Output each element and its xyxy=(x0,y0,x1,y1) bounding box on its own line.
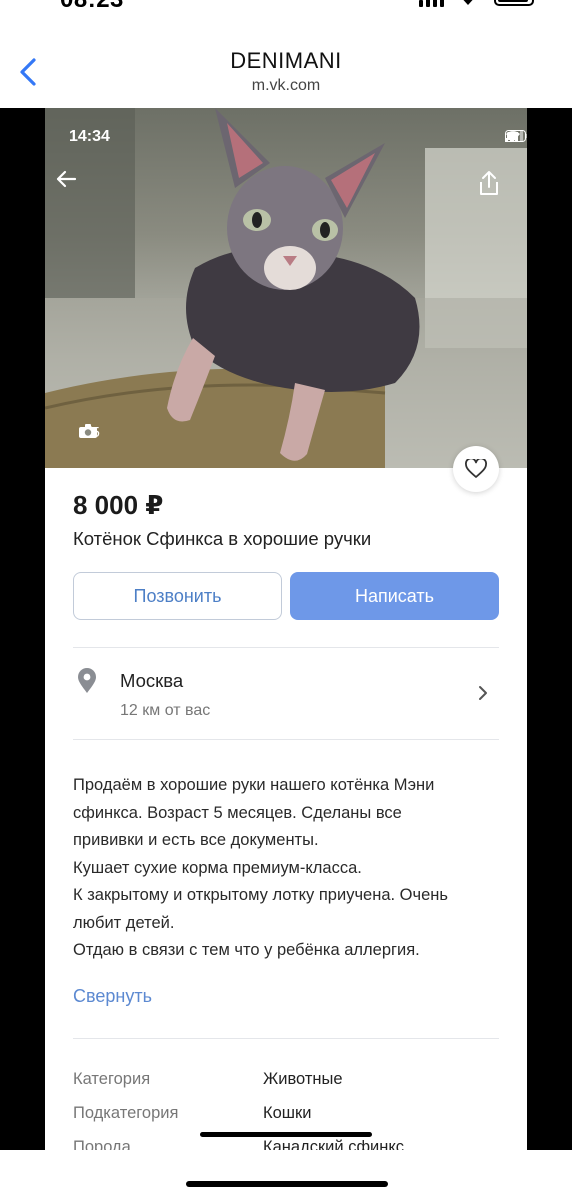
call-button[interactable]: Позвонить xyxy=(73,572,282,620)
description-line: К закрытому и открытому лотку приучена. … xyxy=(73,886,448,904)
screenshot-frame: 14:34 2/5 8 000 ₽ Котёнок Сфинк xyxy=(0,108,572,1150)
outer-status-bar: 08:23 xyxy=(0,0,572,16)
property-value: Кошки xyxy=(263,1104,312,1122)
share-icon[interactable] xyxy=(477,170,517,210)
wifi-icon xyxy=(456,0,480,11)
favorite-button[interactable] xyxy=(453,446,499,492)
sphynx-cat-illustration xyxy=(45,108,527,468)
listing-page: 14:34 2/5 8 000 ₽ Котёнок Сфинк xyxy=(45,108,527,1150)
write-button[interactable]: Написать xyxy=(290,572,499,620)
description-line: сфинкса. Возраст 5 месяцев. Сделаны все xyxy=(73,803,402,822)
chevron-right-icon[interactable] xyxy=(477,684,489,707)
property-key: Категория xyxy=(73,1070,151,1088)
divider xyxy=(73,739,499,740)
photo-counter: 2/5 xyxy=(79,424,100,441)
heart-icon xyxy=(465,459,487,478)
battery-icon xyxy=(494,0,534,6)
description-line: Кушает сухие корма премиум-класса. xyxy=(73,858,362,877)
description-line: Отдаю в связи с тем что у ребёнка аллерг… xyxy=(73,941,420,959)
property-value: Канадский сфинкс xyxy=(263,1138,404,1150)
collapse-link[interactable]: Свернуть xyxy=(73,986,152,1007)
arrow-left-icon[interactable] xyxy=(55,170,95,210)
location-city[interactable]: Москва xyxy=(120,670,183,692)
property-key: Подкатегория xyxy=(73,1104,179,1122)
divider xyxy=(73,1038,499,1039)
inner-status-time: 14:34 xyxy=(69,128,110,145)
description-line: прививки и есть все документы. xyxy=(73,831,319,849)
description-line: любит детей. xyxy=(73,913,175,932)
property-value: Животные xyxy=(263,1070,343,1088)
listing-description: Продаём в хорошие руки нашего котёнка Мэ… xyxy=(73,772,503,965)
description-line: Продаём в хорошие руки нашего котёнка Мэ… xyxy=(73,776,435,794)
inner-status-bar: 14:34 xyxy=(69,128,527,148)
property-key: Порода xyxy=(73,1138,131,1150)
battery-icon xyxy=(505,130,527,142)
home-indicator xyxy=(186,1181,388,1187)
browser-header: DENIMANI m.vk.com xyxy=(0,40,572,108)
listing-title: Котёнок Сфинкса в хорошие ручки xyxy=(73,528,372,549)
outer-status-time: 08:23 xyxy=(60,0,124,14)
divider xyxy=(73,647,499,648)
browser-title: DENIMANI xyxy=(230,48,342,73)
listing-price: 8 000 ₽ xyxy=(73,490,164,520)
listing-photo[interactable]: 14:34 2/5 xyxy=(45,108,527,468)
camera-icon xyxy=(79,424,97,438)
location-distance: 12 км от вас xyxy=(120,702,211,719)
inner-home-indicator xyxy=(200,1132,372,1137)
browser-url[interactable]: m.vk.com xyxy=(0,77,572,95)
cellular-signal-icon xyxy=(419,0,444,7)
map-pin-icon xyxy=(77,668,97,699)
